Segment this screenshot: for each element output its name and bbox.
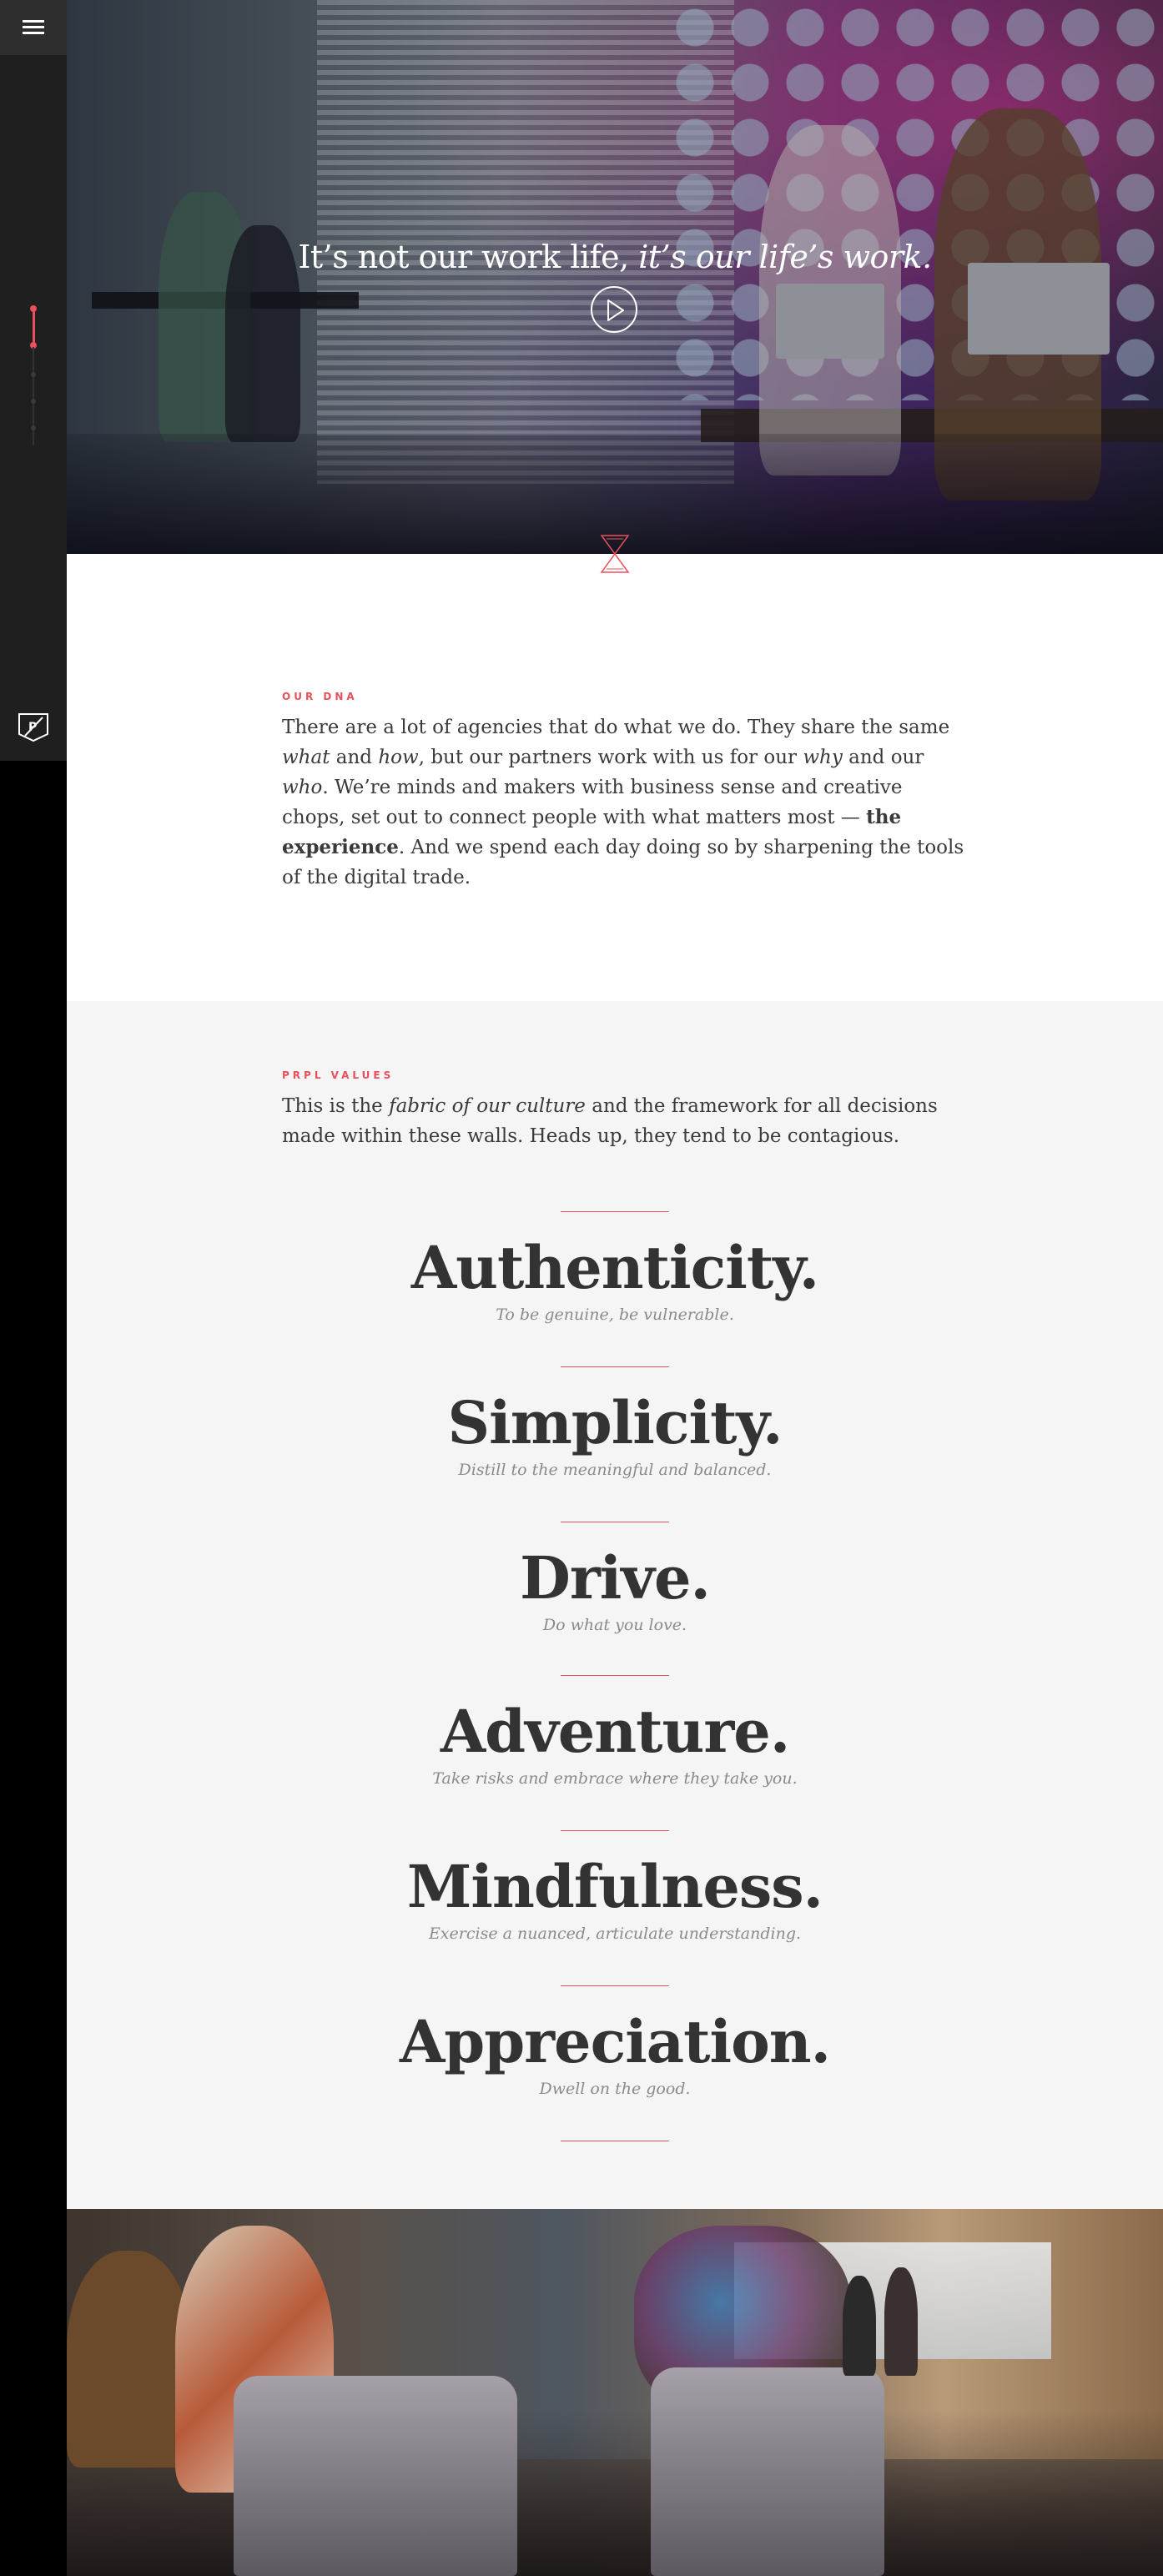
value-subtitle: Dwell on the good. [539, 2080, 691, 2098]
lounge-person [843, 2276, 876, 2376]
hero-title: It’s not our work life, it’s our life’s … [67, 239, 1163, 275]
lounge-chair [234, 2376, 517, 2576]
value-title: Authenticity. [410, 1233, 819, 1302]
hero-title-italic: it’s our life’s work. [628, 239, 932, 275]
values-section: PRPL VALUES This is the fabric of our cu… [67, 1001, 1163, 2209]
value-divider [561, 1985, 669, 1986]
value-subtitle: Do what you love. [542, 1616, 687, 1634]
value-title: Mindfulness. [406, 1852, 823, 1921]
hero-title-plain: It’s not our work life, [298, 239, 629, 275]
progress-dot[interactable] [31, 399, 36, 404]
progress-line-inactive [33, 347, 34, 445]
progress-dot[interactable] [31, 372, 36, 377]
our-dna-label: OUR DNA [282, 691, 358, 702]
value-title: Appreciation. [399, 2007, 831, 2076]
hero-overlay [67, 0, 1163, 554]
lounge-chair [651, 2367, 884, 2576]
value-subtitle: Take risks and embrace where they take y… [432, 1769, 798, 1788]
value-subtitle: Exercise a nuanced, articulate understan… [428, 1924, 802, 1943]
svg-text:P: P [28, 721, 37, 734]
our-dna-paragraph: There are a lot of agencies that do what… [282, 717, 964, 888]
value-subtitle: Distill to the meaningful and balanced. [458, 1461, 772, 1479]
section-progress-indicator[interactable] [30, 305, 37, 447]
value-title: Drive. [520, 1543, 711, 1613]
hero-section: It’s not our work life, it’s our life’s … [67, 0, 1163, 554]
prpl-logo-icon[interactable]: P [18, 712, 49, 742]
hamburger-menu-icon[interactable] [0, 0, 67, 55]
play-icon [607, 299, 624, 321]
progress-line-active [33, 309, 35, 344]
play-video-button[interactable] [591, 286, 637, 333]
sidebar: P [0, 0, 67, 2576]
lounge-person [67, 2251, 192, 2468]
hourglass-icon[interactable] [598, 534, 632, 574]
value-divider [561, 1675, 669, 1676]
value-title: Adventure. [440, 1697, 790, 1766]
prpl-values-label: PRPL VALUES [282, 1069, 395, 1081]
value-divider [561, 1211, 669, 1212]
office-lounge-photo [67, 2209, 1163, 2576]
lounge-person [884, 2267, 918, 2376]
value-divider [561, 1366, 669, 1367]
value-divider [561, 1830, 669, 1831]
value-subtitle: To be genuine, be vulnerable. [496, 1306, 734, 1324]
main-content: It’s not our work life, it’s our life’s … [67, 0, 1163, 2576]
values-intro-paragraph: This is the fabric of our culture and th… [282, 1095, 938, 1147]
value-title: Simplicity. [447, 1388, 783, 1457]
progress-dot[interactable] [31, 425, 36, 430]
